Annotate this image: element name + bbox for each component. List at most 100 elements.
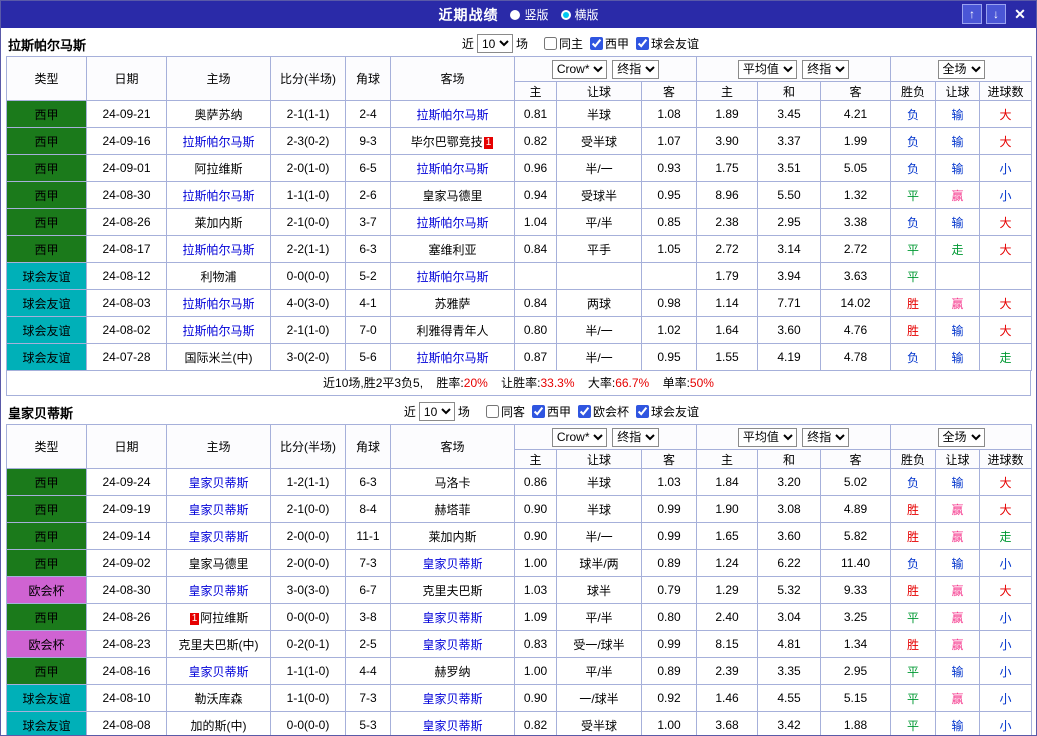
competition-type-cell: 西甲 [7, 469, 87, 496]
home-team-name: 皇家贝蒂斯 [188, 476, 248, 490]
odds-source-select[interactable]: Crow* [552, 60, 607, 79]
avg-draw-cell: 3.35 [758, 658, 821, 685]
corner-cell: 2-6 [346, 182, 391, 209]
result-cell: 负 [891, 209, 936, 236]
page-title: 近期战绩 [438, 5, 498, 25]
filter-checkbox-同客[interactable]: 同客 [486, 403, 525, 420]
handicap-result-cell [936, 263, 980, 290]
checkbox-input[interactable] [636, 405, 649, 418]
team-name-text: 皇家贝蒂斯 [422, 719, 482, 733]
scope-select[interactable]: 全场 [938, 428, 985, 447]
summary-stat: 让胜率:33.3% [501, 376, 574, 390]
date-cell: 24-08-10 [87, 685, 167, 712]
filter-checkbox-球会友谊[interactable]: 球会友谊 [636, 35, 699, 52]
avg-home-cell: 1.89 [697, 101, 758, 128]
avg-draw-cell: 5.50 [758, 182, 821, 209]
handicap-result-cell: 赢 [936, 496, 980, 523]
near-count-select[interactable]: 10 [419, 402, 455, 421]
team-section-real-betis: 皇家贝蒂斯 近 10 场 同客西甲欧会杯球会友谊 类型 日期 主场 比分( [6, 399, 1031, 736]
filter-checkbox-欧会杯[interactable]: 欧会杯 [578, 403, 629, 420]
checkbox-input[interactable] [578, 405, 591, 418]
team-name-text: 皇家马德里 [422, 189, 482, 203]
avg-home-cell: 1.65 [697, 523, 758, 550]
layout-radio-horizontal[interactable]: 横版 [561, 6, 599, 23]
away-team-name: 皇家贝蒂斯 [422, 557, 482, 571]
avg-source-select[interactable]: 平均值 [738, 428, 797, 447]
team-name-text: 阿拉维斯 [194, 162, 242, 176]
avg-home-cell: 1.46 [697, 685, 758, 712]
corner-cell: 2-5 [346, 631, 391, 658]
away-team-name: 赫塔菲 [434, 503, 470, 517]
layout-radio-vertical[interactable]: 竖版 [510, 6, 548, 23]
goals-result-cell: 大 [980, 577, 1032, 604]
date-cell: 24-09-19 [87, 496, 167, 523]
team-name-text: 勒沃库森 [194, 692, 242, 706]
col-home: 主场 [167, 425, 271, 469]
corner-cell: 6-3 [346, 469, 391, 496]
home-team-cell: 皇家贝蒂斯 [167, 523, 271, 550]
avg-draw-cell: 3.14 [758, 236, 821, 263]
odds-stage-select[interactable]: 终指 [612, 428, 659, 447]
close-icon[interactable]: ✕ [1010, 4, 1030, 24]
avg-draw-cell: 3.60 [758, 317, 821, 344]
checkbox-label: 球会友谊 [651, 403, 699, 420]
odds-home-cell: 0.96 [515, 155, 557, 182]
avg-away-cell: 2.95 [821, 658, 891, 685]
date-cell: 24-08-30 [87, 182, 167, 209]
scope-select[interactable]: 全场 [938, 60, 985, 79]
odds-away-cell: 1.07 [642, 128, 697, 155]
team-name-text: 塞维利亚 [428, 243, 476, 257]
odds-stage-select[interactable]: 终指 [612, 60, 659, 79]
checkbox-label: 球会友谊 [651, 35, 699, 52]
near-count-select[interactable]: 10 [477, 34, 513, 53]
team-name-text: 拉斯帕尔马斯 [416, 216, 488, 230]
avg-draw-cell: 3.42 [758, 712, 821, 736]
filter-checkbox-球会友谊[interactable]: 球会友谊 [636, 403, 699, 420]
radio-horizontal-label: 横版 [575, 6, 599, 23]
checkbox-input[interactable] [544, 37, 557, 50]
handicap-result-cell: 输 [936, 550, 980, 577]
checkbox-input[interactable] [636, 37, 649, 50]
odds-source-select[interactable]: Crow* [552, 428, 607, 447]
competition-type-cell: 球会友谊 [7, 263, 87, 290]
section-filters: 近 10 场 同主西甲球会友谊 [462, 33, 699, 54]
home-team-cell: 1阿拉维斯 [167, 604, 271, 631]
avg-stage-select[interactable]: 终指 [802, 60, 849, 79]
score-cell: 0-2(0-1) [271, 631, 346, 658]
team-name-text: 拉斯帕尔马斯 [182, 243, 254, 257]
matches-table: 类型 日期 主场 比分(半场) 角球 客场 Crow* 终指 平均值 终指 [6, 56, 1032, 371]
date-cell: 24-09-21 [87, 101, 167, 128]
section-team-name: 拉斯帕尔马斯 [8, 35, 86, 54]
checkbox-input[interactable] [532, 405, 545, 418]
avg-home-cell: 1.79 [697, 263, 758, 290]
col-home: 主场 [167, 57, 271, 101]
scroll-down-button[interactable]: ↓ [986, 4, 1006, 24]
col-avg-draw: 和 [758, 450, 821, 469]
avg-select-group: 平均值 终指 [697, 57, 891, 82]
avg-source-select[interactable]: 平均值 [738, 60, 797, 79]
away-team-cell: 赫塔菲 [391, 496, 515, 523]
avg-home-cell: 1.14 [697, 290, 758, 317]
checkbox-label: 西甲 [547, 403, 571, 420]
odds-home-cell: 1.03 [515, 577, 557, 604]
team-name-text: 赫塔菲 [434, 503, 470, 517]
col-avg-away: 客 [821, 82, 891, 101]
odds-away-cell: 1.03 [642, 469, 697, 496]
away-team-cell: 皇家贝蒂斯 [391, 685, 515, 712]
checkbox-input[interactable] [590, 37, 603, 50]
result-cell: 胜 [891, 290, 936, 317]
corner-cell: 9-3 [346, 128, 391, 155]
avg-home-cell: 2.72 [697, 236, 758, 263]
result-cell: 胜 [891, 577, 936, 604]
date-cell: 24-08-03 [87, 290, 167, 317]
score-cell: 2-3(0-2) [271, 128, 346, 155]
odds-home-cell: 0.94 [515, 182, 557, 209]
avg-stage-select[interactable]: 终指 [802, 428, 849, 447]
filter-checkbox-同主[interactable]: 同主 [544, 35, 583, 52]
scroll-up-button[interactable]: ↑ [962, 4, 982, 24]
checkbox-input[interactable] [486, 405, 499, 418]
filter-checkbox-西甲[interactable]: 西甲 [590, 35, 629, 52]
date-cell: 24-09-14 [87, 523, 167, 550]
filter-checkbox-西甲[interactable]: 西甲 [532, 403, 571, 420]
team-name-text: 莱加内斯 [428, 530, 476, 544]
